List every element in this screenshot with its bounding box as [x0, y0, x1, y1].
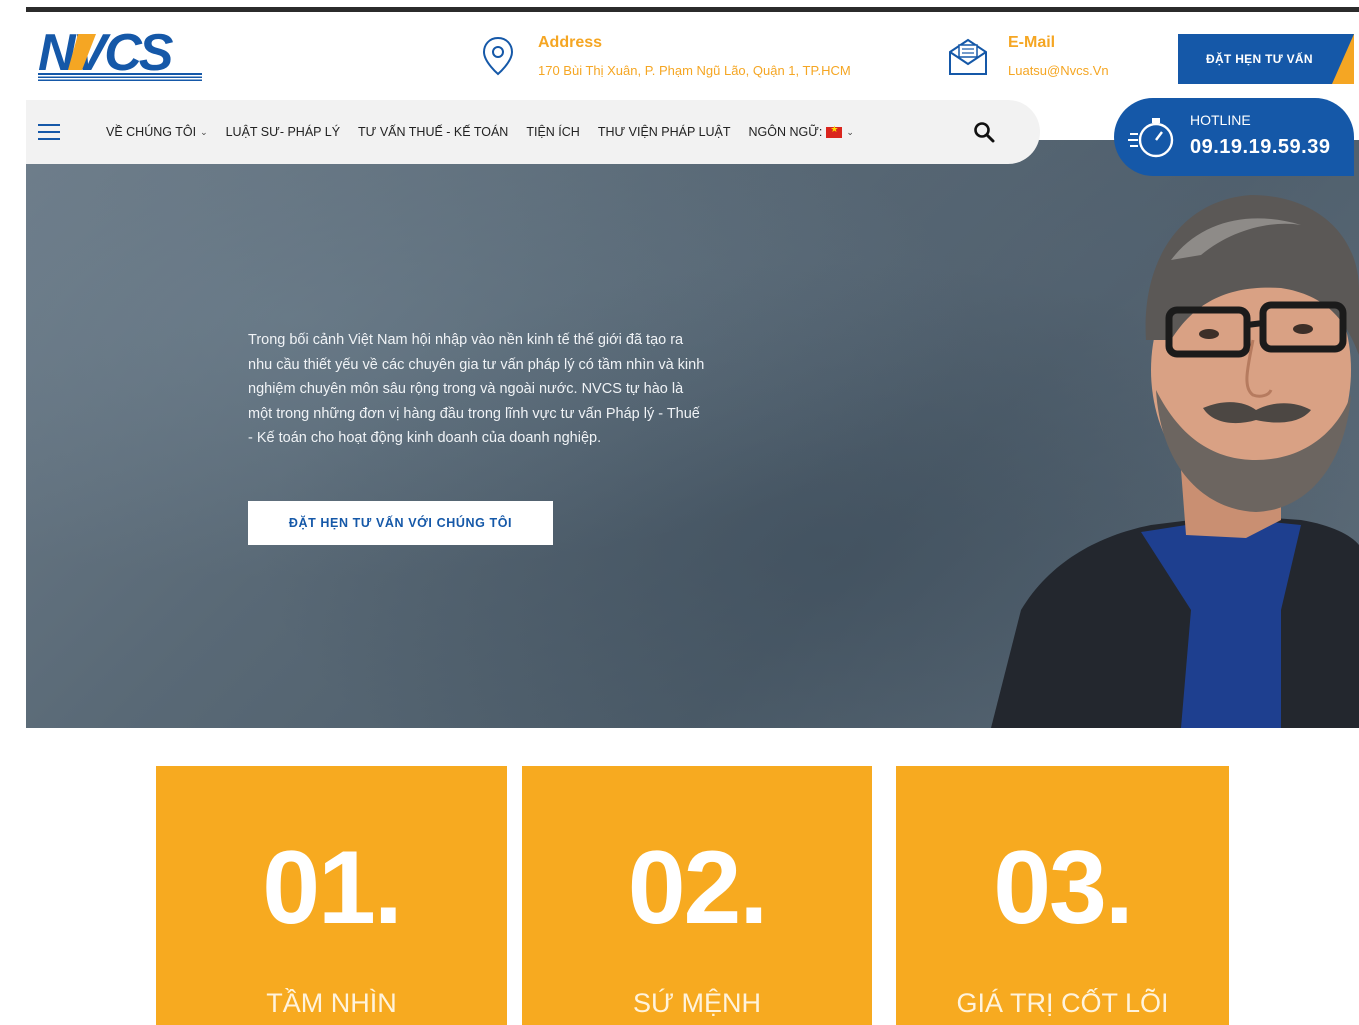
- header: NVCS Address 170 Bùi Thị Xuân, P. Phạm N…: [26, 12, 1359, 100]
- card-title: GIÁ TRỊ CỐT LÕI: [956, 988, 1169, 1018]
- hamburger-menu-icon[interactable]: [38, 124, 60, 142]
- hotline-label: HOTLINE: [1190, 112, 1251, 128]
- nav-items: VỀ CHÚNG TÔI ⌄ LUẬT SƯ- PHÁP LÝ TƯ VẤN T…: [106, 100, 872, 164]
- envelope-icon: [949, 38, 987, 75]
- vietnam-flag-icon: [826, 124, 843, 138]
- email-label: E-Mail: [1008, 34, 1056, 51]
- email-block: E-Mail Luatsu@Nvcs.Vn: [946, 32, 1166, 80]
- nav-item-tax-accounting[interactable]: TƯ VẤN THUẾ - KẾ TOÁN: [358, 125, 508, 139]
- nav-item-legal-library[interactable]: THƯ VIỆN PHÁP LUẬT: [598, 125, 731, 139]
- nav-item-about[interactable]: VỀ CHÚNG TÔI ⌄: [106, 125, 208, 139]
- chevron-down-icon: ⌄: [200, 126, 208, 137]
- card-vision[interactable]: 01. TẦM NHÌN: [156, 766, 507, 1025]
- map-pin-icon: [482, 36, 514, 76]
- consultant-portrait: [991, 195, 1359, 728]
- nav-item-language[interactable]: NGÔN NGỮ: ⌄: [749, 124, 854, 140]
- card-number: 01.: [262, 830, 403, 946]
- stopwatch-icon: [1128, 118, 1174, 158]
- card-number: 02.: [627, 830, 769, 946]
- appointment-button[interactable]: ĐẶT HẸN TƯ VẤN: [1178, 34, 1354, 84]
- hotline-button[interactable]: HOTLINE 09.19.19.59.39: [1114, 98, 1354, 176]
- appointment-button-label: ĐẶT HẸN TƯ VẤN: [1206, 52, 1313, 66]
- hero-appointment-button[interactable]: ĐẶT HẸN TƯ VẤN VỚI CHÚNG TÔI: [248, 501, 553, 545]
- card-core-values[interactable]: 03. GIÁ TRỊ CỐT LÕI: [896, 766, 1229, 1025]
- search-icon[interactable]: [972, 120, 996, 144]
- address-value: 170 Bùi Thị Xuân, P. Phạm Ngũ Lão, Quận …: [538, 63, 851, 78]
- page: NVCS Address 170 Bùi Thị Xuân, P. Phạm N…: [0, 0, 1359, 1025]
- card-number: 03.: [993, 830, 1134, 946]
- hero-banner: Trong bối cảnh Việt Nam hội nhập vào nền…: [26, 140, 1359, 728]
- nav-item-lawyer-legal[interactable]: LUẬT SƯ- PHÁP LÝ: [226, 125, 340, 139]
- email-value[interactable]: Luatsu@Nvcs.Vn: [1008, 63, 1109, 78]
- address-label: Address: [538, 34, 603, 51]
- hero-text: Trong bối cảnh Việt Nam hội nhập vào nền…: [248, 332, 705, 446]
- appointment-button-accent: [1332, 34, 1354, 84]
- card-mission[interactable]: 02. SỨ MỆNH: [522, 766, 872, 1025]
- main-nav: VỀ CHÚNG TÔI ⌄ LUẬT SƯ- PHÁP LÝ TƯ VẤN T…: [26, 100, 1040, 164]
- card-title: SỨ MỆNH: [632, 988, 762, 1018]
- address-block: Address 170 Bùi Thị Xuân, P. Phạm Ngũ Lã…: [476, 32, 916, 80]
- nvcs-logo[interactable]: NVCS: [38, 24, 218, 86]
- chevron-down-icon: ⌄: [846, 126, 854, 137]
- card-title: TẦM NHÌN: [266, 988, 397, 1018]
- hotline-number[interactable]: 09.19.19.59.39: [1190, 136, 1330, 159]
- nav-item-utilities[interactable]: TIỆN ÍCH: [526, 125, 579, 139]
